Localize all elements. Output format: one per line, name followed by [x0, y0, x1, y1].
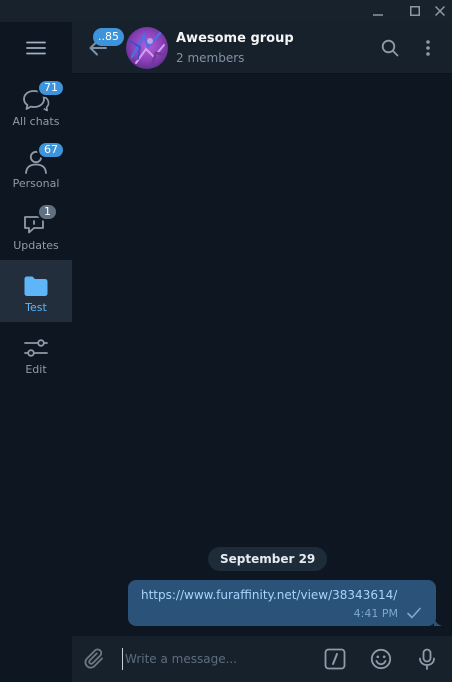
maximize-icon[interactable]	[403, 0, 427, 22]
folder-label: Personal	[12, 177, 60, 190]
emoji-icon[interactable]	[368, 646, 394, 672]
close-icon[interactable]	[428, 0, 452, 22]
folders-sidebar: 71 All chats 67 Personal 1 Updates Test …	[0, 22, 72, 682]
search-icon[interactable]	[378, 36, 402, 60]
microphone-icon[interactable]	[414, 646, 440, 672]
hamburger-icon[interactable]	[0, 22, 72, 74]
message-time: 4:41 PM	[353, 607, 398, 620]
unread-badge: 1	[37, 203, 58, 221]
unread-badge: 71	[37, 79, 65, 97]
folder-label: Updates	[13, 239, 59, 252]
member-count: 2 members	[176, 51, 245, 65]
folder-edit[interactable]: Edit	[0, 322, 72, 384]
folder-label: Test	[25, 301, 47, 314]
unread-badge: ..85	[93, 28, 124, 46]
message-bubble[interactable]: https://www.furaffinity.net/view/3834361…	[128, 580, 436, 626]
message-input[interactable]	[122, 648, 312, 670]
commands-icon[interactable]	[322, 646, 348, 672]
folder-test[interactable]: Test	[0, 260, 72, 322]
unread-badge: 67	[37, 141, 65, 159]
folder-label: All chats	[12, 115, 60, 128]
folder-updates[interactable]: 1 Updates	[0, 198, 72, 260]
folder-icon	[24, 276, 48, 296]
more-vertical-icon[interactable]	[416, 36, 440, 60]
bubble-tail	[434, 614, 442, 626]
message-link[interactable]: https://www.furaffinity.net/view/3834361…	[141, 588, 397, 602]
minimize-icon[interactable]	[366, 0, 390, 22]
edit-sliders-icon	[24, 339, 48, 357]
folder-personal[interactable]: 67 Personal	[0, 136, 72, 198]
group-avatar[interactable]	[126, 27, 168, 69]
window-titlebar	[0, 0, 452, 22]
message-list[interactable]: September 29 https://www.furaffinity.net…	[72, 74, 452, 636]
date-separator: September 29	[208, 547, 328, 571]
folder-all-chats[interactable]: 71 All chats	[0, 74, 72, 136]
attach-icon[interactable]	[82, 646, 108, 672]
sent-check-icon	[407, 607, 421, 619]
chat-title[interactable]: Awesome group	[176, 31, 294, 46]
message-composer	[72, 636, 452, 682]
folder-label: Edit	[25, 363, 47, 376]
chat-header: ..85 Awesome group 2 members	[72, 22, 452, 74]
